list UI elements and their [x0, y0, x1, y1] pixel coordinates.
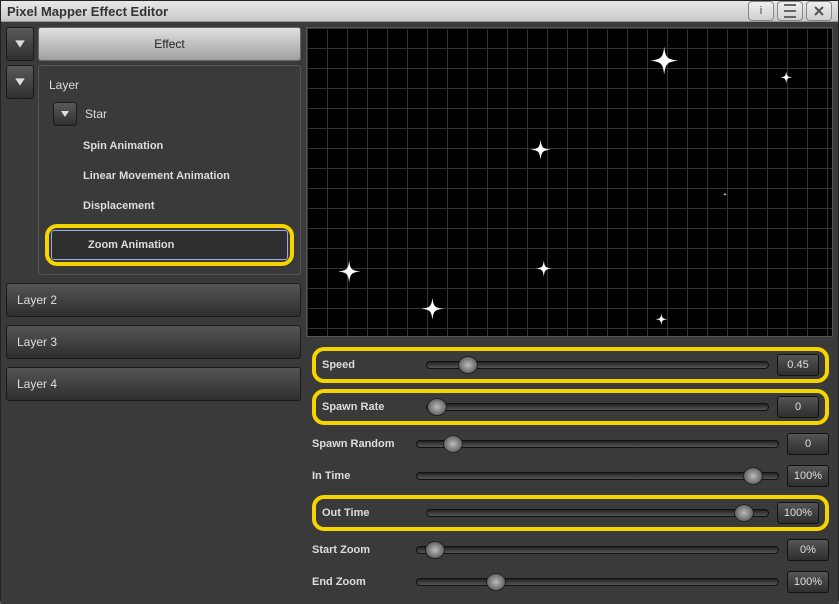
star-label: Star: [85, 107, 107, 121]
tree-item-spin[interactable]: Spin Animation: [45, 132, 294, 160]
slider-label: Start Zoom: [312, 544, 408, 556]
content: Effect Layer Star Spin Animation Linear …: [1, 22, 838, 604]
slider-value: 100%: [777, 502, 819, 524]
slider-row-in-time: In Time 100%: [312, 463, 829, 489]
slider-value: 0: [777, 396, 819, 418]
slider-track[interactable]: [426, 361, 769, 369]
star-icon: [536, 261, 552, 277]
layer3-button[interactable]: Layer 3: [6, 325, 301, 359]
tree-item-zoom[interactable]: Zoom Animation: [51, 230, 288, 260]
star-icon: [780, 71, 792, 83]
slider-track[interactable]: [416, 546, 779, 554]
slider-value: 0.45: [777, 354, 819, 376]
slider-label: Spawn Rate: [322, 401, 418, 413]
slider-thumb[interactable]: [458, 356, 478, 374]
star-icon: [531, 140, 551, 160]
slider-label: In Time: [312, 470, 408, 482]
effect-expand-button[interactable]: [6, 27, 34, 61]
preview-area: [306, 27, 833, 337]
slider-thumb[interactable]: [425, 541, 445, 559]
effect-button[interactable]: Effect: [38, 27, 301, 61]
slider-thumb[interactable]: [743, 467, 763, 485]
sliders-panel: Speed 0.45 Spawn Rate 0 Spawn Random 0 In Time…: [306, 343, 833, 599]
slider-track[interactable]: [426, 509, 769, 517]
slider-label: Spawn Random: [312, 438, 408, 450]
slider-row-start-zoom: Start Zoom 0%: [312, 537, 829, 563]
slider-label: Speed: [322, 359, 418, 371]
slider-row-spawn-rate: Spawn Rate 0: [312, 389, 829, 425]
star-icon: [421, 298, 443, 320]
preview-stars: [307, 28, 832, 336]
star-expand-button[interactable]: [53, 102, 77, 126]
slider-row-end-zoom: End Zoom 100%: [312, 569, 829, 595]
layer-panel: Layer Star Spin Animation Linear Movemen…: [38, 65, 301, 275]
slider-track[interactable]: [426, 403, 769, 411]
star-icon: [723, 192, 727, 196]
slider-row-spawn-random: Spawn Random 0: [312, 431, 829, 457]
slider-thumb[interactable]: [486, 573, 506, 591]
slider-track[interactable]: [416, 472, 779, 480]
slider-value: 100%: [787, 571, 829, 593]
layer-label: Layer: [45, 72, 294, 94]
titlebar: Pixel Mapper Effect Editor i: [1, 1, 838, 22]
right-panel: Speed 0.45 Spawn Rate 0 Spawn Random 0 In Time…: [306, 27, 833, 599]
window-title: Pixel Mapper Effect Editor: [7, 4, 745, 19]
layer4-button[interactable]: Layer 4: [6, 367, 301, 401]
slider-value: 100%: [787, 465, 829, 487]
slider-row-speed: Speed 0.45: [312, 347, 829, 383]
tree-item-linear[interactable]: Linear Movement Animation: [45, 162, 294, 190]
highlight-zoom-animation: Zoom Animation: [45, 224, 294, 266]
window: Pixel Mapper Effect Editor i Effect Laye…: [0, 0, 839, 601]
slider-thumb[interactable]: [734, 504, 754, 522]
close-button[interactable]: [806, 1, 832, 21]
slider-track[interactable]: [416, 440, 779, 448]
star-icon: [655, 313, 667, 325]
layer-expand-button[interactable]: [6, 65, 34, 99]
slider-thumb[interactable]: [427, 398, 447, 416]
slider-label: Out Time: [322, 507, 418, 519]
slider-thumb[interactable]: [443, 435, 463, 453]
slider-label: End Zoom: [312, 576, 408, 588]
slider-value: 0%: [787, 539, 829, 561]
left-panel: Effect Layer Star Spin Animation Linear …: [6, 27, 301, 599]
tree-item-displacement[interactable]: Displacement: [45, 192, 294, 220]
slider-row-out-time: Out Time 100%: [312, 495, 829, 531]
slider-track[interactable]: [416, 578, 779, 586]
menu-button[interactable]: [777, 1, 803, 21]
info-button[interactable]: i: [748, 1, 774, 21]
slider-value: 0: [787, 433, 829, 455]
star-icon: [650, 47, 678, 75]
star-icon: [338, 261, 360, 283]
layer2-button[interactable]: Layer 2: [6, 283, 301, 317]
